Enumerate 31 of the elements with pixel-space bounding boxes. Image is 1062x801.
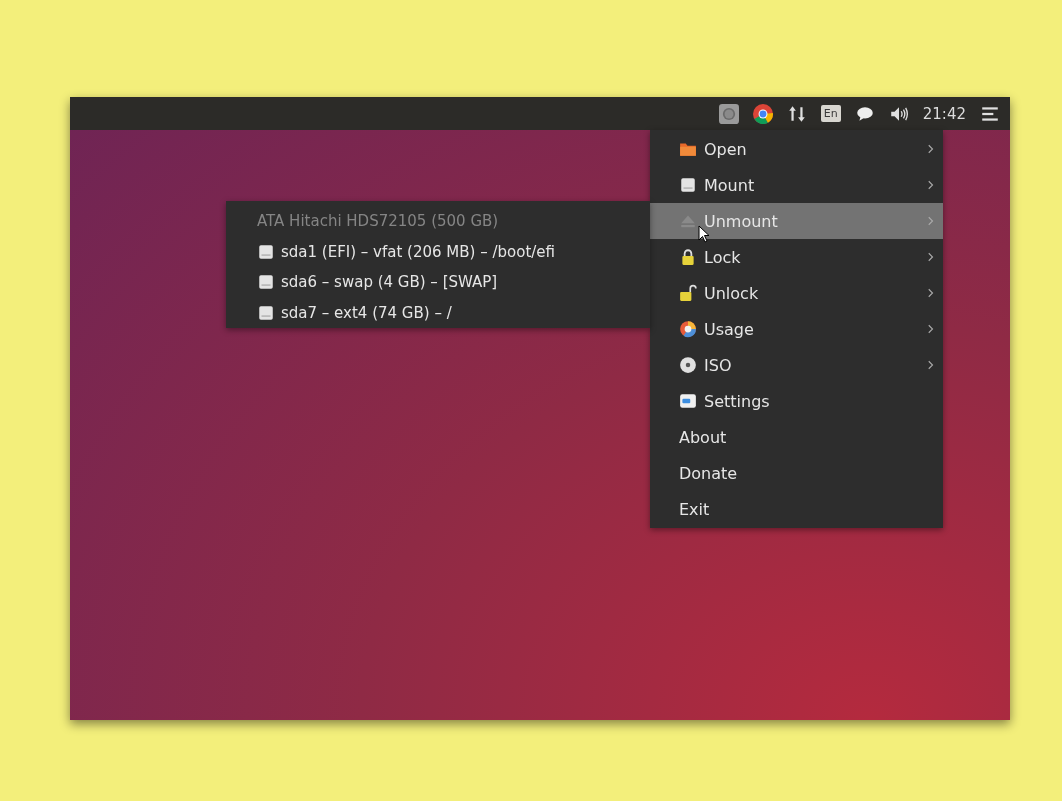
pie-chart-icon xyxy=(679,320,697,338)
folder-icon xyxy=(679,140,697,158)
settings-icon xyxy=(679,392,697,410)
drive-icon xyxy=(257,242,275,261)
lock-icon xyxy=(679,248,697,266)
menu-item[interactable]: ISO xyxy=(650,347,943,383)
menu-item[interactable]: Donate xyxy=(650,455,943,491)
keyboard-layout-indicator[interactable]: En xyxy=(820,105,841,122)
mouse-pointer-icon xyxy=(698,225,710,243)
submenu-item[interactable]: sda1 (EFI) – vfat (206 MB) – /boot/efi xyxy=(257,236,650,267)
clock[interactable]: 21:42 xyxy=(922,104,966,123)
submenu-item[interactable]: sda7 – ext4 (74 GB) – / xyxy=(257,297,650,328)
drive-icon xyxy=(257,273,275,292)
menu-item[interactable]: Lock xyxy=(650,239,943,275)
submenu-item[interactable]: sda6 – swap (4 GB) – [SWAP] xyxy=(257,267,650,298)
drive-icon xyxy=(257,303,275,322)
menu-item[interactable]: Unlock xyxy=(650,275,943,311)
menu-item[interactable]: Open xyxy=(650,131,943,167)
menu-item[interactable]: Usage xyxy=(650,311,943,347)
menu-item[interactable]: Settings xyxy=(650,383,943,419)
submenu-item: ATA Hitachi HDS72105 (500 GB) xyxy=(257,211,500,233)
menu-item[interactable]: Mount xyxy=(650,167,943,203)
network-arrows-icon xyxy=(786,103,807,124)
disc-icon xyxy=(679,356,697,374)
drive-icon xyxy=(679,176,697,194)
unlocked-lock-icon xyxy=(679,284,697,302)
browser-icon xyxy=(752,103,773,124)
menu-item[interactable]: Unmount xyxy=(650,203,943,239)
menu-item[interactable]: Exit xyxy=(650,491,943,527)
chat-app-icon xyxy=(718,103,739,124)
menu-item[interactable]: About xyxy=(650,419,943,455)
